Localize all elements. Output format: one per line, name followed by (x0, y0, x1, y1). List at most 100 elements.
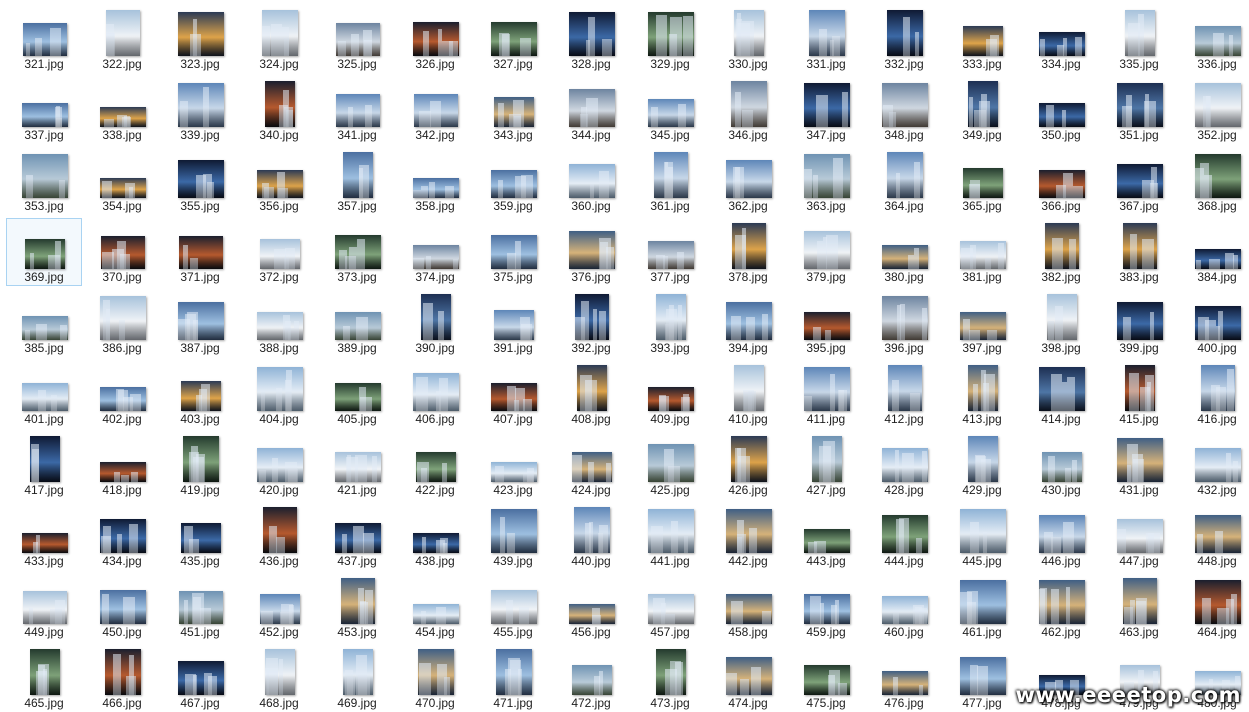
file-item[interactable]: 332.jpg (866, 5, 942, 73)
image-thumbnail[interactable] (882, 671, 928, 695)
image-thumbnail[interactable] (887, 152, 923, 198)
file-item[interactable]: 379.jpg (788, 218, 864, 286)
image-thumbnail[interactable] (574, 507, 610, 553)
file-item[interactable]: 389.jpg (319, 289, 395, 357)
file-item[interactable]: 357.jpg (319, 147, 395, 215)
file-item[interactable]: 358.jpg (397, 147, 473, 215)
file-item[interactable]: 424.jpg (553, 431, 629, 499)
file-item[interactable]: 387.jpg (162, 289, 238, 357)
file-item[interactable]: 399.jpg (1101, 289, 1177, 357)
image-thumbnail[interactable] (416, 452, 456, 482)
file-item[interactable]: 416.jpg (1179, 360, 1249, 428)
file-item[interactable]: 392.jpg (553, 289, 629, 357)
file-item[interactable]: 429.jpg (944, 431, 1020, 499)
file-item[interactable]: 409.jpg (632, 360, 708, 428)
file-item[interactable]: 410.jpg (710, 360, 786, 428)
image-thumbnail[interactable] (1195, 515, 1241, 553)
image-thumbnail[interactable] (421, 294, 451, 340)
image-thumbnail[interactable] (179, 591, 223, 624)
image-thumbnail[interactable] (262, 10, 298, 56)
image-thumbnail[interactable] (1039, 32, 1085, 56)
image-thumbnail[interactable] (257, 448, 303, 482)
image-thumbnail[interactable] (418, 649, 454, 695)
image-thumbnail[interactable] (106, 10, 140, 56)
image-thumbnail[interactable] (257, 367, 303, 411)
image-thumbnail[interactable] (656, 294, 686, 340)
image-thumbnail[interactable] (491, 509, 537, 553)
image-thumbnail[interactable] (1117, 302, 1163, 340)
file-item[interactable]: 371.jpg (162, 218, 238, 286)
file-item[interactable]: 330.jpg (710, 5, 786, 73)
image-thumbnail[interactable] (572, 665, 612, 695)
image-thumbnail[interactable] (100, 462, 146, 482)
image-thumbnail[interactable] (1039, 515, 1085, 553)
image-thumbnail[interactable] (726, 594, 772, 624)
image-thumbnail[interactable] (178, 302, 224, 340)
image-thumbnail[interactable] (413, 245, 459, 269)
file-item[interactable]: 440.jpg (553, 502, 629, 570)
file-item[interactable]: 476.jpg (866, 644, 942, 712)
file-item[interactable]: 340.jpg (241, 76, 317, 144)
image-thumbnail[interactable] (960, 580, 1006, 624)
file-item[interactable]: 381.jpg (944, 218, 1020, 286)
image-thumbnail[interactable] (648, 509, 694, 553)
image-thumbnail[interactable] (265, 649, 295, 695)
file-item[interactable]: 436.jpg (241, 502, 317, 570)
image-thumbnail[interactable] (178, 661, 224, 695)
image-thumbnail[interactable] (960, 509, 1006, 553)
file-item[interactable]: 359.jpg (475, 147, 551, 215)
file-item[interactable]: 362.jpg (710, 147, 786, 215)
image-thumbnail[interactable] (804, 231, 850, 269)
image-thumbnail[interactable] (1047, 294, 1077, 340)
file-item[interactable]: 414.jpg (1023, 360, 1099, 428)
image-thumbnail[interactable] (732, 223, 766, 269)
file-item[interactable]: 361.jpg (632, 147, 708, 215)
image-thumbnail[interactable] (178, 12, 224, 56)
image-thumbnail[interactable] (1195, 306, 1241, 340)
image-thumbnail[interactable] (569, 604, 615, 624)
file-item[interactable]: 425.jpg (632, 431, 708, 499)
file-item[interactable]: 322.jpg (84, 5, 160, 73)
image-thumbnail[interactable] (101, 236, 145, 269)
image-thumbnail[interactable] (734, 365, 764, 411)
file-item[interactable]: 423.jpg (475, 431, 551, 499)
image-thumbnail[interactable] (23, 23, 67, 56)
file-item[interactable]: 343.jpg (475, 76, 551, 144)
file-item[interactable]: 395.jpg (788, 289, 864, 357)
image-thumbnail[interactable] (1123, 578, 1157, 624)
image-thumbnail[interactable] (726, 657, 772, 695)
file-item[interactable]: 367.jpg (1101, 147, 1177, 215)
file-item[interactable]: 461.jpg (944, 573, 1020, 641)
image-thumbnail[interactable] (413, 533, 459, 553)
image-thumbnail[interactable] (413, 22, 459, 56)
file-item[interactable]: 430.jpg (1023, 431, 1099, 499)
file-item[interactable]: 475.jpg (788, 644, 864, 712)
file-item[interactable]: 363.jpg (788, 147, 864, 215)
image-thumbnail[interactable] (656, 649, 686, 695)
file-item[interactable]: 466.jpg (84, 644, 160, 712)
file-item[interactable]: 447.jpg (1101, 502, 1177, 570)
image-thumbnail[interactable] (1117, 438, 1163, 482)
image-thumbnail[interactable] (178, 83, 224, 127)
image-thumbnail[interactable] (968, 81, 998, 127)
image-thumbnail[interactable] (22, 154, 68, 198)
file-item[interactable]: 396.jpg (866, 289, 942, 357)
image-thumbnail[interactable] (265, 81, 295, 127)
file-item[interactable]: 403.jpg (162, 360, 238, 428)
file-item[interactable]: 408.jpg (553, 360, 629, 428)
image-thumbnail[interactable] (343, 152, 373, 198)
image-thumbnail[interactable] (569, 89, 615, 127)
file-item[interactable]: 350.jpg (1023, 76, 1099, 144)
file-item[interactable]: 467.jpg (162, 644, 238, 712)
image-thumbnail[interactable] (1039, 580, 1085, 624)
image-thumbnail[interactable] (335, 523, 381, 553)
image-thumbnail[interactable] (654, 152, 688, 198)
image-thumbnail[interactable] (335, 235, 381, 269)
file-item[interactable]: 373.jpg (319, 218, 395, 286)
file-item[interactable]: 321.jpg (6, 5, 82, 73)
image-thumbnail[interactable] (1045, 223, 1079, 269)
image-thumbnail[interactable] (1125, 10, 1155, 56)
image-thumbnail[interactable] (1042, 452, 1082, 482)
image-thumbnail[interactable] (22, 533, 68, 553)
file-item[interactable]: 432.jpg (1179, 431, 1249, 499)
